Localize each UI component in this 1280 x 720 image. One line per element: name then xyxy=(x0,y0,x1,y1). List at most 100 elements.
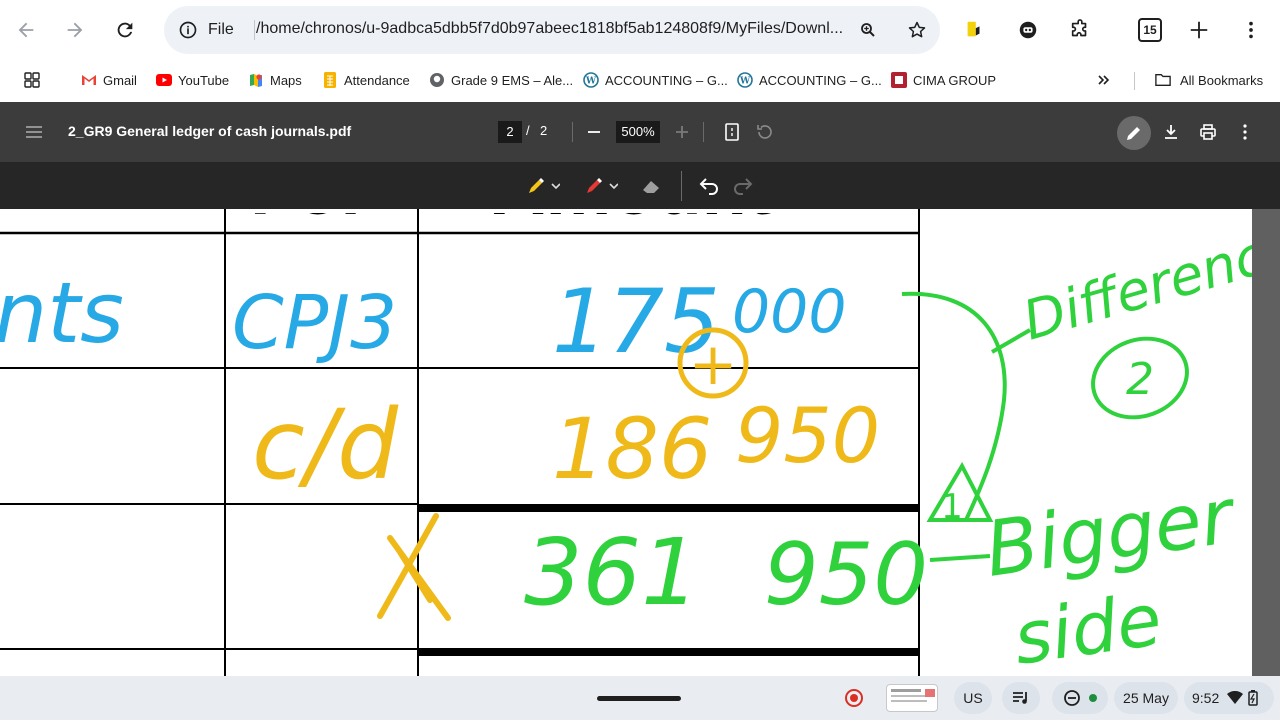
zoom-level-input[interactable]: 500% xyxy=(616,121,660,143)
undo-button[interactable] xyxy=(698,174,726,198)
bookmark-maps[interactable]: Maps xyxy=(248,68,302,92)
page-number-input[interactable]: 2 xyxy=(498,121,522,143)
forward-arrow-icon xyxy=(67,22,83,38)
do-not-disturb-icon xyxy=(1064,690,1080,706)
back-button[interactable] xyxy=(9,13,43,47)
print-button[interactable] xyxy=(1196,120,1220,144)
date-indicator[interactable]: 25 May xyxy=(1114,682,1178,714)
system-shelf: US 25 May 9:52 xyxy=(0,676,1280,720)
more-bookmarks-button[interactable] xyxy=(1097,68,1111,92)
download-button[interactable] xyxy=(1159,120,1183,144)
double-chevron-right-icon xyxy=(1098,75,1110,85)
apps-grid-icon xyxy=(24,72,40,88)
bookmark-attendance[interactable]: Attendance xyxy=(322,68,410,92)
kebab-menu-icon xyxy=(1249,21,1253,39)
pdf-scroll-gutter[interactable] xyxy=(1252,209,1280,676)
browser-toolbar: File /home/chronos/u-9adbca5dbb5f7d0b97a… xyxy=(0,0,1280,60)
screen: File /home/chronos/u-9adbca5dbb5f7d0b97a… xyxy=(0,0,1280,720)
pdf-page-viewport[interactable]: Fol Amount nts CPJ3 175 000 xyxy=(0,209,1252,676)
pdf-toolbar: 2_GR9 General ledger of cash journals.pd… xyxy=(0,102,1280,162)
youtube-icon xyxy=(156,72,172,88)
bookmark-gmail[interactable]: Gmail xyxy=(81,68,137,92)
bookmark-label: CIMA GROUP xyxy=(913,72,997,88)
holding-space-thumbnail[interactable] xyxy=(886,684,938,712)
eraser-tool[interactable] xyxy=(640,174,668,198)
tab-count-button[interactable]: 15 xyxy=(1136,16,1164,44)
bookmark-label: ACCOUNTING – G... xyxy=(759,72,882,88)
apps-button[interactable] xyxy=(24,68,40,92)
annotate-button[interactable] xyxy=(1117,116,1151,150)
handwritten-total-rands: 361 xyxy=(524,519,700,626)
toolbar-separator xyxy=(703,122,704,142)
site-info-label: File xyxy=(208,21,234,38)
media-controls-button[interactable] xyxy=(1002,682,1040,714)
cross-mark xyxy=(377,513,451,621)
plus-icon xyxy=(676,126,688,138)
bookmark-label: Grade 9 EMS – Ale... xyxy=(451,72,574,88)
rotate-button[interactable] xyxy=(753,120,777,144)
page-separator: / xyxy=(526,123,530,138)
row-2: c/d 186 950 xyxy=(252,389,880,501)
bookmark-cima[interactable]: CIMA GROUP xyxy=(891,68,996,92)
reload-button[interactable] xyxy=(108,13,142,47)
zoom-out-button[interactable] xyxy=(582,120,606,144)
pencil-icon xyxy=(1127,127,1140,140)
svg-text:W: W xyxy=(585,77,597,87)
url-text[interactable]: /home/chronos/u-9adbca5dbb5f7d0b97abeec1… xyxy=(256,20,856,38)
zoom-in-button[interactable] xyxy=(670,120,694,144)
pen-tool[interactable] xyxy=(584,174,624,198)
battery-charging-icon xyxy=(1248,690,1258,706)
page-total: 2 xyxy=(540,123,548,138)
handwritten-amount-rands: 186 xyxy=(552,400,712,498)
download-icon xyxy=(1165,125,1177,139)
bookmark-accounting-2[interactable]: W ACCOUNTING – G... xyxy=(737,68,882,92)
bookmark-accounting-1[interactable]: W ACCOUNTING – G... xyxy=(583,68,728,92)
browser-menu-button[interactable] xyxy=(1237,16,1265,44)
info-icon xyxy=(179,21,197,39)
robot-extension-icon xyxy=(1019,21,1037,39)
new-tab-button[interactable] xyxy=(1185,16,1213,44)
handwritten-folio: c/d xyxy=(252,389,399,501)
bigger-note: Bigger xyxy=(980,471,1242,594)
bookmark-grade9[interactable]: Grade 9 EMS – Ale... xyxy=(429,68,573,92)
pdf-sidebar-toggle[interactable] xyxy=(22,120,46,144)
forward-button[interactable] xyxy=(58,13,92,47)
omnibox-divider xyxy=(254,20,255,40)
playlist-icon xyxy=(1013,692,1027,704)
cima-icon xyxy=(891,72,907,88)
extensions-button[interactable] xyxy=(1066,16,1094,44)
redo-button[interactable] xyxy=(732,174,760,198)
zoom-magnifier-icon xyxy=(861,23,875,37)
pdf-more-button[interactable] xyxy=(1233,120,1257,144)
bookmarks-divider xyxy=(1134,72,1135,90)
bookmark-star-button[interactable] xyxy=(905,18,929,42)
address-bar[interactable]: File /home/chronos/u-9adbca5dbb5f7d0b97a… xyxy=(164,6,940,54)
all-bookmarks-label: All Bookmarks xyxy=(1180,72,1264,88)
maps-icon xyxy=(248,72,264,88)
site-info-chip[interactable]: File xyxy=(178,17,234,43)
all-bookmarks-button[interactable]: All Bookmarks xyxy=(1155,68,1263,92)
bookmark-youtube[interactable]: YouTube xyxy=(156,68,229,92)
fit-page-button[interactable] xyxy=(720,120,744,144)
screen-record-button[interactable] xyxy=(842,686,866,710)
highlighter-extension-icon xyxy=(967,21,980,37)
gmail-icon xyxy=(81,72,97,88)
clock-time: 9:52 xyxy=(1192,690,1220,706)
highlighter-icon xyxy=(529,178,560,193)
handwritten-total-cents: 950 xyxy=(764,525,928,625)
redo-icon xyxy=(734,178,753,195)
home-handle[interactable] xyxy=(597,696,681,701)
margin-annotations: Difference 2 Bigger side 1 xyxy=(901,214,1252,676)
extension-highlighter-button[interactable] xyxy=(960,16,988,44)
do-not-disturb-indicator[interactable] xyxy=(1052,682,1108,714)
record-icon xyxy=(845,689,863,707)
reload-icon xyxy=(117,22,133,38)
annotation-separator xyxy=(681,171,682,201)
zoom-button[interactable] xyxy=(856,18,880,42)
keyboard-layout-indicator[interactable]: US xyxy=(954,682,992,714)
extension-robot-button[interactable] xyxy=(1014,16,1042,44)
highlighter-tool[interactable] xyxy=(526,174,566,198)
status-tray[interactable]: 9:52 xyxy=(1184,682,1274,714)
camera-status-dot-icon xyxy=(1089,694,1097,702)
wifi-icon xyxy=(1227,691,1244,704)
